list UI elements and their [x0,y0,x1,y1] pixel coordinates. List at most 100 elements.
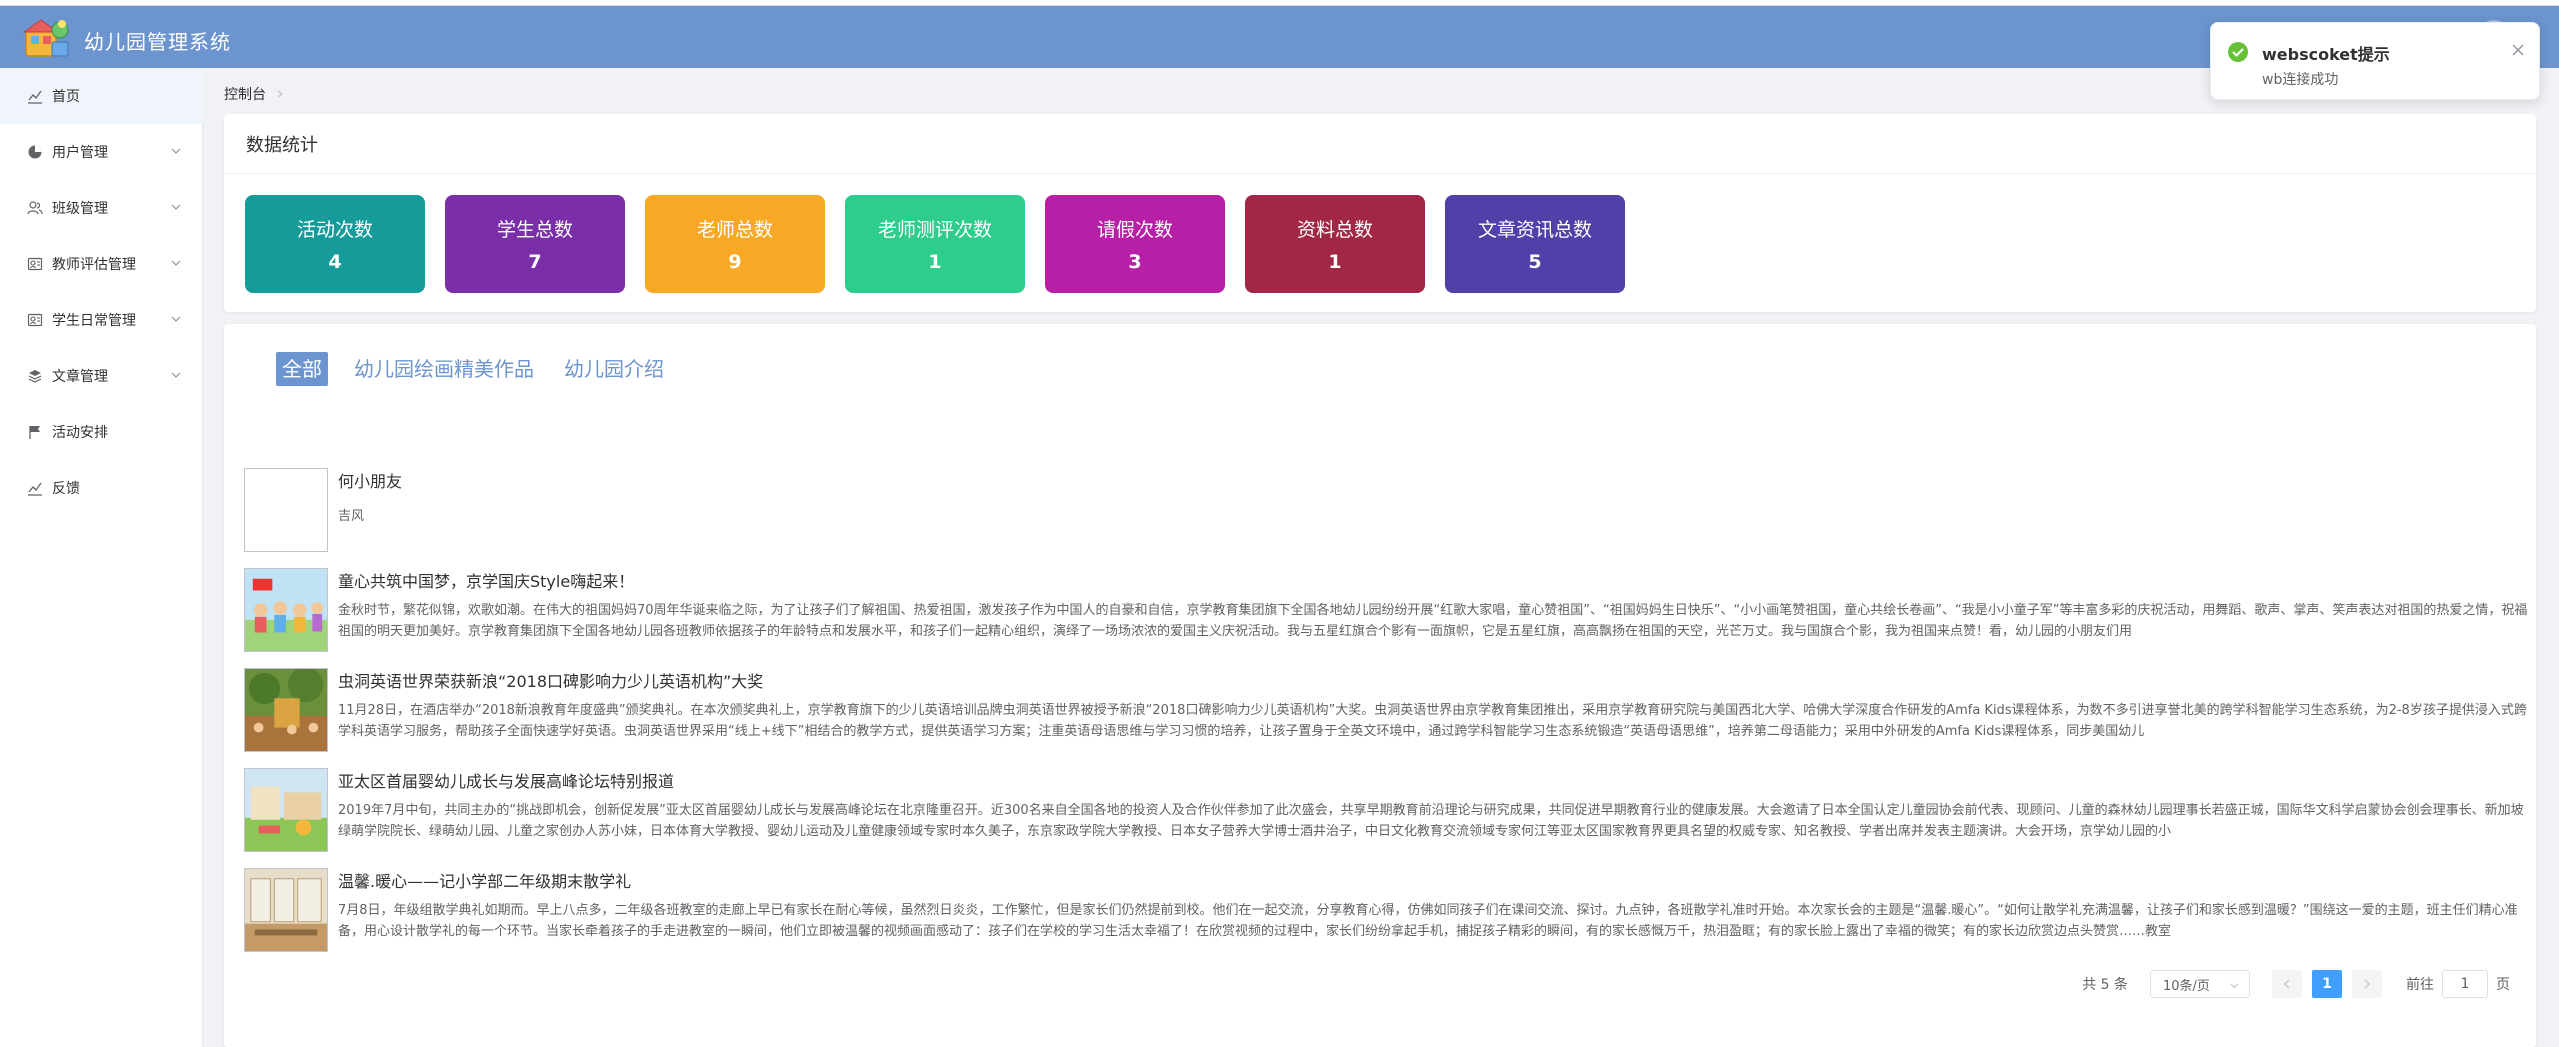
stats-title: 数据统计 [224,114,2536,174]
sidebar-item-teacher-evaluation[interactable]: 教师评估管理 [0,236,203,292]
list-item[interactable]: 温馨.暖心——记小学部二年级期末散学礼 7月8日，年级组散学典礼如期而。早上八点… [244,868,2534,954]
sidebar-item-user-management[interactable]: 用户管理 [0,124,203,180]
notification-message: wb连接成功 [2262,72,2339,88]
badge-icon [26,311,44,329]
close-icon[interactable] [2511,43,2525,57]
badge-icon [26,255,44,273]
chevron-down-icon [171,260,181,266]
sidebar-item-feedback[interactable]: 反馈 [0,460,203,516]
page-number-current[interactable]: 1 [2312,970,2342,998]
article-title[interactable]: 亚太区首届婴幼儿成长与发展高峰论坛特别报道 [338,768,674,792]
stat-card-students[interactable]: 学生总数 7 [445,195,625,293]
goto-label: 前往 [2406,977,2434,993]
article-thumbnail[interactable] [244,768,328,852]
app-title: 幼儿园管理系统 [84,30,231,54]
flag-icon [26,423,44,441]
page-unit-label: 页 [2496,977,2510,993]
article-title[interactable]: 虫洞英语世界荣获新浪“2018口碑影响力少儿英语机构”大奖 [338,668,763,692]
stat-label: 请假次数 [1096,219,1173,241]
sidebar-item-label: 学生日常管理 [52,313,136,329]
article-title[interactable]: 何小朋友 [338,468,402,492]
check-circle-icon [2228,42,2248,62]
sidebar-item-label: 反馈 [52,481,80,497]
articles-card: 全部 幼儿园绘画精美作品 幼儿园介绍 何小朋友 吉风 童心共筑中国梦，京学国庆S… [224,324,2536,1047]
list-item[interactable]: 亚太区首届婴幼儿成长与发展高峰论坛特别报道 2019年7月中旬，共同主办的“挑战… [244,768,2534,854]
stat-card-articles[interactable]: 文章资讯总数 5 [1445,195,1625,293]
stat-card-teacher-evaluations[interactable]: 老师测评次数 1 [845,195,1025,293]
sidebar-item-activity-schedule[interactable]: 活动安排 [0,404,203,460]
chart-line-icon [26,87,44,105]
sidebar-item-label: 用户管理 [52,145,108,161]
stat-value: 4 [328,251,342,273]
stat-value: 7 [528,251,542,273]
article-summary: 7月8日，年级组散学典礼如期而。早上八点多，二年级各班教室的走廊上早已有家长在耐… [338,903,2518,939]
stat-label: 活动次数 [296,219,373,241]
stat-label: 资料总数 [1296,219,1373,241]
chart-line-icon [26,479,44,497]
chevron-down-icon [171,316,181,322]
article-title[interactable]: 童心共筑中国梦，京学国庆Style嗨起来！ [338,568,634,592]
stat-card-materials[interactable]: 资料总数 1 [1245,195,1425,293]
stat-value: 5 [1528,251,1542,273]
breadcrumb-current[interactable]: 控制台 [224,84,266,104]
chevron-down-icon [171,148,181,154]
chevron-down-icon [2230,983,2239,989]
sidebar-item-label: 活动安排 [52,425,108,441]
chevron-down-icon [171,204,181,210]
sidebar-item-article-management[interactable]: 文章管理 [0,348,203,404]
article-summary: 2019年7月中旬，共同主办的“挑战即机会，创新促发展”亚太区首届婴幼儿成长与发… [338,803,2524,839]
sidebar-item-class-management[interactable]: 班级管理 [0,180,203,236]
layers-icon [26,367,44,385]
breadcrumb: 控制台 [224,84,284,104]
article-tabs: 全部 幼儿园绘画精美作品 幼儿园介绍 [276,352,694,386]
chevron-down-icon [171,372,181,378]
article-thumbnail[interactable] [244,668,328,752]
sidebar-item-label: 教师评估管理 [52,257,136,273]
stat-label: 老师总数 [696,219,773,241]
goto-page-input[interactable]: 1 [2442,970,2488,998]
sidebar-item-label: 文章管理 [52,369,108,385]
article-title[interactable]: 温馨.暖心——记小学部二年级期末散学礼 [338,868,631,892]
article-summary: 金秋时节，繁花似锦，欢歌如潮。在伟大的祖国妈妈70周年华诞来临之际，为了让孩子们… [338,603,2528,639]
stat-value: 1 [928,251,942,273]
article-thumbnail[interactable] [244,468,328,552]
stat-card-leaves[interactable]: 请假次数 3 [1045,195,1225,293]
article-thumbnail[interactable] [244,568,328,652]
stat-value: 9 [728,251,742,273]
stats-card: 数据统计 活动次数 4 学生总数 7 老师总数 9 老师测评次数 1 请假次数 … [224,114,2536,312]
sidebar-item-label: 首页 [52,89,80,105]
pagination-total: 共 5 条 [2082,977,2128,993]
logo-icon [22,16,74,62]
users-icon [26,199,44,217]
sidebar: 首页 用户管理 班级管理 教师评估管理 学生日常管理 文章管理 活动安排 反馈 [0,68,203,1047]
stat-value: 3 [1128,251,1142,273]
article-summary: 吉风 [338,509,365,524]
stat-label: 老师测评次数 [877,219,992,241]
pie-chart-icon [26,143,44,161]
list-item[interactable]: 童心共筑中国梦，京学国庆Style嗨起来！ 金秋时节，繁花似锦，欢歌如潮。在伟大… [244,568,2534,654]
page-size-select[interactable]: 10条/页 [2150,970,2250,998]
stat-card-activities[interactable]: 活动次数 4 [245,195,425,293]
article-thumbnail[interactable] [244,868,328,952]
stat-card-teachers[interactable]: 老师总数 9 [645,195,825,293]
sidebar-item-label: 班级管理 [52,201,108,217]
tab-all[interactable]: 全部 [276,352,328,386]
page-size-value: 10条/页 [2163,978,2210,994]
chevron-right-icon [277,90,283,98]
notification-toast: webscoket提示 wb连接成功 [2210,22,2540,100]
list-item[interactable]: 虫洞英语世界荣获新浪“2018口碑影响力少儿英语机构”大奖 11月28日，在酒店… [244,668,2534,754]
next-page-button[interactable] [2352,970,2382,998]
chevron-left-icon [2284,979,2290,989]
sidebar-item-student-daily[interactable]: 学生日常管理 [0,292,203,348]
stat-label: 文章资讯总数 [1477,219,1592,241]
tab-introduction[interactable]: 幼儿园介绍 [564,352,664,386]
article-summary: 11月28日，在酒店举办“2018新浪教育年度盛典”颁奖典礼。在本次颁奖典礼上，… [338,703,2527,739]
sidebar-item-home[interactable]: 首页 [0,68,203,124]
list-item[interactable]: 何小朋友 吉风 [244,468,2534,554]
stat-label: 学生总数 [496,219,573,241]
chevron-right-icon [2364,979,2370,989]
stat-value: 1 [1328,251,1342,273]
tab-paintings[interactable]: 幼儿园绘画精美作品 [354,352,534,386]
prev-page-button[interactable] [2272,970,2302,998]
pagination: 共 5 条 10条/页 1 前往 1 页 [2082,970,2510,998]
